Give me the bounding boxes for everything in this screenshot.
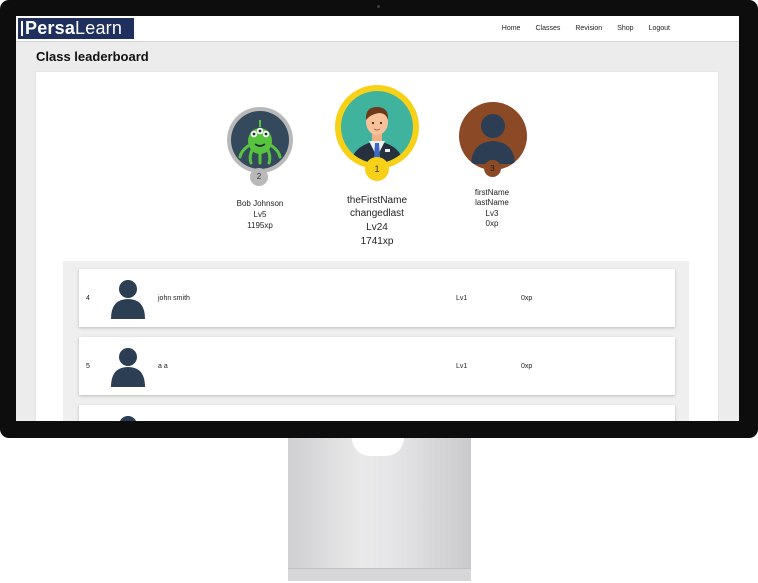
row-name: john smith <box>158 295 190 302</box>
second-place-name: Bob Johnson <box>236 199 284 208</box>
row-level: Lv1 <box>456 295 468 302</box>
camera-dot <box>377 5 380 8</box>
leaderboard-row[interactable]: 4 john smith Lv1 0xp <box>79 269 675 327</box>
nav-logout[interactable]: Logout <box>649 25 670 32</box>
second-place-avatar <box>227 107 293 173</box>
default-user-icon <box>119 416 137 421</box>
second-place-xp: 1195xp <box>247 221 273 230</box>
third-place-level: Lv3 <box>485 209 499 218</box>
row-rank: 4 <box>86 295 90 302</box>
row-xp: 0xp <box>521 295 533 302</box>
first-place-info: theFirstName changedlast Lv24 1741xp <box>327 194 427 248</box>
third-place-first-name: firstName <box>474 188 510 197</box>
logo[interactable]: PersaLearn <box>18 18 134 39</box>
nav-revision[interactable]: Revision <box>575 25 602 32</box>
monitor-frame: PersaLearn Home Classes Revision Shop Lo… <box>0 0 758 438</box>
leaderboard-row[interactable] <box>79 405 675 421</box>
leaderboard-row[interactable]: 5 a a Lv1 0xp <box>79 337 675 395</box>
screen: PersaLearn Home Classes Revision Shop Lo… <box>16 16 739 421</box>
monitor-stand-base <box>288 568 471 581</box>
third-place-last-name: lastName <box>475 197 509 207</box>
first-place-last-name: changedlast <box>350 208 404 219</box>
logo-bold: Persa <box>25 18 76 38</box>
first-place-level: Lv24 <box>366 222 388 233</box>
logo-light: Learn <box>75 18 123 38</box>
third-place-badge: 3 <box>484 160 501 177</box>
first-place-badge: 1 <box>365 157 389 181</box>
default-user-icon <box>111 280 145 319</box>
nav-shop[interactable]: Shop <box>617 25 633 32</box>
nav-links: Home Classes Revision Shop Logout <box>502 16 670 41</box>
row-xp: 0xp <box>521 363 533 370</box>
monitor-stand <box>288 438 471 580</box>
first-place-first-name: theFirstName <box>346 195 407 206</box>
nav-classes[interactable]: Classes <box>535 25 560 32</box>
row-rank: 5 <box>86 363 90 370</box>
nav-home[interactable]: Home <box>502 25 521 32</box>
second-place-badge: 2 <box>250 168 268 186</box>
row-level: Lv1 <box>456 363 468 370</box>
page-title: Class leaderboard <box>36 49 149 64</box>
navbar: PersaLearn Home Classes Revision Shop Lo… <box>16 16 739 42</box>
row-name: a a <box>158 363 168 370</box>
first-place-xp: 1741xp <box>360 236 394 247</box>
third-place-info: firstName lastName Lv3 0xp <box>452 188 532 228</box>
leaderboard-list: 4 john smith Lv1 0xp 5 a a Lv1 0xp <box>63 261 689 421</box>
green-alien-icon <box>231 111 289 169</box>
second-place-level: Lv5 <box>253 210 267 219</box>
third-place-xp: 0xp <box>485 218 499 228</box>
default-user-icon <box>111 348 145 387</box>
second-place-info: Bob Johnson Lv5 1195xp <box>220 198 300 231</box>
